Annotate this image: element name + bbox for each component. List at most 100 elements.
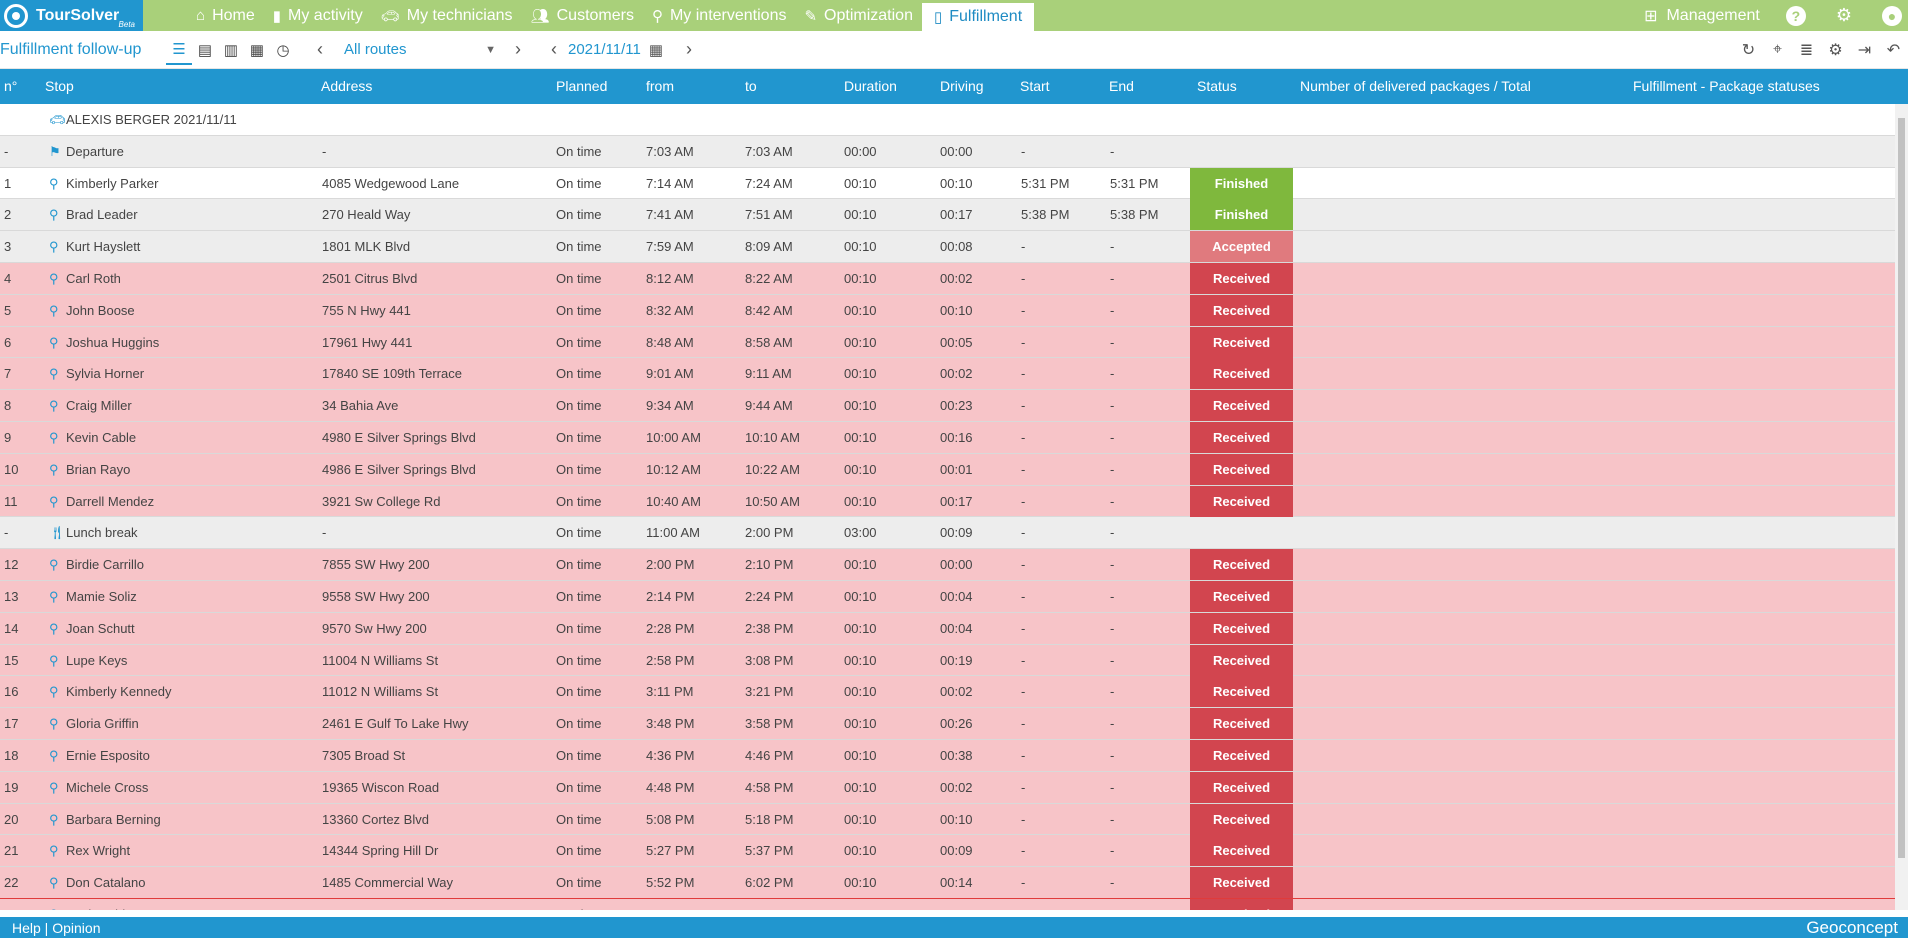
table-row[interactable]: ⚲ 10 Brian Rayo 4986 E Silver Springs Blvd O…	[0, 453, 1895, 486]
table-row[interactable]: ⚲ 8 Craig Miller 34 Bahia Ave On time 9:34 AM…	[0, 390, 1895, 422]
table-row[interactable]: ⚲ 9 Kevin Cable 4980 E Silver Springs Blvd O…	[0, 421, 1895, 454]
table-row[interactable]: ⚲ 3 Kurt Hayslett 1801 MLK Blvd On time 7:59 …	[0, 231, 1895, 263]
map-pin-icon: ⚲	[49, 875, 59, 891]
calendar-clock-icon[interactable]: ◷	[270, 41, 296, 59]
nav-item-my-interventions[interactable]: ⚲ My interventions	[643, 0, 796, 31]
help-link[interactable]: Help	[12, 920, 41, 936]
nav-item-my-activity[interactable]: ▮ My activity	[264, 0, 372, 31]
nav-item-customers[interactable]: 👥︎ Customers	[522, 0, 643, 31]
table-row[interactable]: ⚲ 7 Sylvia Horner 17840 SE 109th Terrace On …	[0, 358, 1895, 391]
nav-item-fulfillment[interactable]: ▯ Fulfillment	[921, 3, 1035, 31]
export-icon[interactable]: ⇥	[1850, 40, 1879, 60]
status-badge: Received	[1190, 835, 1293, 867]
table-row[interactable]: ⚲ 2 Brad Leader 270 Heald Way On time 7:41 AM…	[0, 199, 1895, 232]
user-account-icon[interactable]: ●	[1882, 5, 1902, 26]
table-row[interactable]: ⚲ 18 Ernie Esposito 7305 Broad St On time 4:3…	[0, 739, 1895, 772]
cell-address: 1801 MLK Blvd	[322, 239, 411, 255]
date-picker[interactable]: 2021/11/11 ▦	[568, 41, 663, 59]
status-badge: Received	[1190, 421, 1293, 453]
table-row[interactable]: ⚲ 15 Lupe Keys 11004 N Williams St On time 2:…	[0, 644, 1895, 677]
app-logo[interactable]: TourSolver Beta	[0, 0, 143, 31]
nav-item-my-technicians[interactable]: 🚗︎ My technicians	[372, 0, 522, 31]
table-row[interactable]: ⚲ 11 Darrell Mendez 3921 Sw College Rd On ti…	[0, 485, 1895, 518]
cell-end: -	[1110, 557, 1115, 573]
table-row[interactable]: ⚲ 16 Kimberly Kennedy 11012 N Williams St On…	[0, 676, 1895, 709]
table-row[interactable]: ⚲ 6 Joshua Huggins 17961 Hwy 441 On time 8:48…	[0, 326, 1895, 359]
list-view-icon[interactable]: ☰	[166, 35, 192, 65]
cell-start: -	[1021, 302, 1026, 318]
cell-start: -	[1021, 716, 1026, 732]
nav-item-optimization[interactable]: ✎ Optimization	[795, 0, 922, 31]
table-row[interactable]: ⚲ 13 Mamie Soliz 9558 SW Hwy 200 On time 2:14…	[0, 580, 1895, 613]
cell-address: 4980 E Silver Springs Blvd	[322, 429, 476, 445]
col-header-stop[interactable]: Stop	[45, 78, 74, 94]
col-header-n[interactable]: n°	[4, 78, 17, 94]
opinion-link[interactable]: Opinion	[52, 920, 100, 936]
undo-icon[interactable]: ↶	[1879, 40, 1908, 60]
col-header-address[interactable]: Address	[321, 78, 372, 94]
management-link[interactable]: ⊞ Management	[1644, 6, 1760, 26]
help-icon[interactable]: ?	[1785, 5, 1806, 26]
table-row[interactable]: ⚲ 5 John Boose 755 N Hwy 441 On time 8:32 AM 8…	[0, 294, 1895, 327]
status-badge: Received	[1190, 867, 1293, 899]
next-date-chevron-icon[interactable]: ›	[675, 39, 703, 60]
table-row[interactable]: 🍴︎ - Lunch break - On time 11:00 AM 2:00 PM 03:…	[0, 517, 1895, 550]
cell-to: 5:18 PM	[745, 811, 794, 827]
col-header-to[interactable]: to	[745, 78, 757, 94]
cell-duration: 00:10	[844, 907, 877, 910]
settings-gear-icon[interactable]: ⚙	[1836, 5, 1852, 26]
col-header-from[interactable]: from	[646, 78, 674, 94]
map-pin-icon: ⚲	[49, 843, 59, 859]
table-row[interactable]: ⚲ 20 Barbara Berning 13360 Cortez Blvd On ti…	[0, 803, 1895, 836]
col-header-start[interactable]: Start	[1020, 78, 1050, 94]
route-group-row[interactable]: 🚗︎ ALEXIS BERGER 2021/11/11	[0, 104, 1895, 136]
status-badge: Received	[1190, 803, 1293, 835]
list-settings-icon[interactable]: ≣	[1792, 40, 1821, 60]
cell-driving: 00:09	[940, 525, 973, 541]
cell-n: 16	[4, 684, 19, 700]
table-row[interactable]: ⚲ 21 Rex Wright 14344 Spring Hill Dr On time…	[0, 835, 1895, 868]
settings-icon[interactable]: ⚙	[1821, 40, 1850, 60]
scrollbar-thumb[interactable]	[1898, 118, 1905, 858]
cell-planned: On time	[556, 684, 602, 700]
next-route-chevron-icon[interactable]: ›	[504, 39, 532, 60]
cell-to: 2:00 PM	[745, 525, 794, 541]
table-row[interactable]: ⚲ 1 Kimberly Parker 4085 Wedgewood Lane On t…	[0, 167, 1895, 200]
table-row[interactable]: ⚲ 12 Birdie Carrillo 7855 SW Hwy 200 On time…	[0, 549, 1895, 581]
route-select[interactable]: All routes ▼	[334, 41, 504, 58]
col-header-package-statuses[interactable]: Fulfillment - Package statuses	[1633, 78, 1820, 94]
table-row[interactable]: ⚑ - Departure - On time 7:03 AM 7:03 AM 00:00 00…	[0, 135, 1895, 168]
table-row[interactable]: ⚲ 4 Carl Roth 2501 Citrus Blvd On time 8:12 A…	[0, 262, 1895, 295]
cell-n: -	[4, 143, 9, 159]
refresh-icon[interactable]: ↻	[1734, 40, 1763, 60]
cell-n: 4	[4, 270, 12, 286]
previous-date-chevron-icon[interactable]: ‹	[540, 39, 568, 60]
col-header-planned[interactable]: Planned	[556, 78, 607, 94]
table-row[interactable]: ⚲ 22 Don Catalano 1485 Commercial Way On tim…	[0, 867, 1895, 899]
table-row[interactable]: ⚲ 17 Gloria Griffin 2461 E Gulf To Lake Hwy…	[0, 708, 1895, 740]
table-row[interactable]: ⚲ 23 Mark Reid 12799 Hwy 19 On time 6:14 PM 6:…	[0, 898, 1895, 910]
previous-route-chevron-icon[interactable]: ‹	[306, 39, 334, 60]
col-header-duration[interactable]: Duration	[844, 78, 897, 94]
nav-item-home[interactable]: ⌂ Home	[187, 0, 264, 31]
table-row[interactable]: ⚲ 14 Joan Schutt 9570 Sw Hwy 200 On time 2:28…	[0, 612, 1895, 645]
col-header-status[interactable]: Status	[1197, 78, 1237, 94]
cell-from: 4:48 PM	[646, 779, 695, 795]
calendar-view-icon[interactable]: ▦	[244, 41, 270, 59]
status-badge: Received	[1190, 612, 1293, 644]
cell-duration: 00:10	[844, 302, 877, 318]
columns-view-icon[interactable]: ▥	[218, 41, 244, 59]
table-row[interactable]: ⚲ 19 Michele Cross 19365 Wiscon Road On time…	[0, 771, 1895, 804]
cell-start: -	[1021, 239, 1026, 255]
col-header-end[interactable]: End	[1109, 78, 1134, 94]
cell-driving: 00:02	[940, 779, 973, 795]
cell-end: -	[1110, 493, 1115, 509]
add-location-icon[interactable]: ⌖	[1763, 41, 1792, 59]
cell-end: -	[1110, 620, 1115, 636]
cell-planned: On time	[556, 652, 602, 668]
col-header-driving[interactable]: Driving	[940, 78, 984, 94]
col-header-delivered-packages[interactable]: Number of delivered packages / Total	[1300, 78, 1531, 94]
vertical-scrollbar[interactable]	[1895, 104, 1908, 910]
cell-to: 3:58 PM	[745, 716, 794, 732]
map-view-icon[interactable]: ▤	[192, 41, 218, 59]
